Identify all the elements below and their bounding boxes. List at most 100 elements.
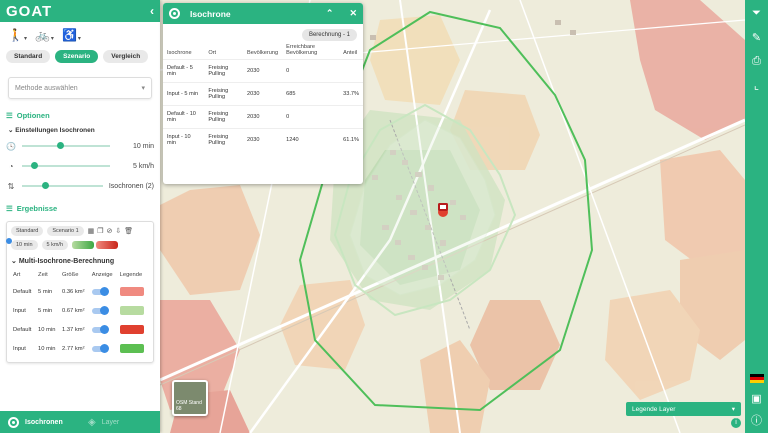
bicycle-icon[interactable]: 🚲 ▾ xyxy=(35,28,54,42)
result-table: Art Zeit Größe Anzeige Legende Default 5… xyxy=(11,268,149,358)
cell-zeit: 10 min xyxy=(38,326,56,333)
wheelchair-icon[interactable]: ♿ ▾ xyxy=(62,28,81,42)
map-style-icon[interactable]: ▣ xyxy=(750,391,764,405)
legend-swatch[interactable] xyxy=(119,287,144,296)
measure-icon[interactable]: ⌞ xyxy=(750,78,764,92)
info-icon[interactable]: ⓘ xyxy=(750,413,764,427)
cell-anzeige xyxy=(90,301,118,320)
cell-erreich: 0 xyxy=(282,59,340,83)
cell-art: Input xyxy=(13,345,26,352)
tab-standard[interactable]: Standard xyxy=(6,50,51,63)
cell-art: Default xyxy=(13,288,32,295)
speed-slider-knob[interactable] xyxy=(30,162,38,169)
sidebar-header: GOAT ‹ xyxy=(0,0,160,22)
cell-art: Default xyxy=(13,326,32,333)
table-row: Default - 10 min Freising Pulling 2030 0 xyxy=(163,105,363,129)
result-table-header: Art Zeit Größe Anzeige Legende xyxy=(11,268,149,282)
sidebar-footer: Isochronen ◈ Layer xyxy=(0,411,160,433)
cell-ort: Freising Pulling xyxy=(204,82,243,106)
minimize-icon[interactable]: ⌃ xyxy=(326,8,334,19)
cell-bev: 2030 xyxy=(243,128,283,151)
cell-anteil: 33.7% xyxy=(339,82,363,106)
legend-swatch[interactable] xyxy=(119,344,144,353)
count-slider-knob[interactable] xyxy=(42,182,50,189)
location-marker-icon xyxy=(438,203,448,217)
legend-red-bar xyxy=(96,241,119,249)
visibility-toggle[interactable] xyxy=(91,324,109,334)
cell-erreich: 0 xyxy=(282,105,340,129)
right-toolbar: ⏷ ✎ ⎙ ⌞ ▣ ⓘ xyxy=(745,0,768,433)
col-legende: Legende xyxy=(119,272,143,278)
cell-groesse: 2.77 km² xyxy=(61,345,85,352)
time-slider-knob[interactable] xyxy=(57,142,65,149)
legend-gradient xyxy=(72,241,119,249)
download-icon[interactable]: ⇩ xyxy=(115,227,121,235)
count-value: Isochronen (2) xyxy=(108,182,154,190)
filter-icon[interactable]: ⏷ xyxy=(750,6,764,20)
table-row: Default - 5 min Freising Pulling 2030 0 xyxy=(163,59,363,83)
footer-tab-layer[interactable]: ◈ Layer xyxy=(80,417,160,428)
visibility-toggle[interactable] xyxy=(91,286,109,296)
walking-icon[interactable]: 🚶 ▾ xyxy=(8,28,27,42)
visibility-toggle[interactable] xyxy=(91,305,109,315)
visibility-toggle[interactable] xyxy=(91,343,109,353)
layers-icon: ◈ xyxy=(88,416,96,428)
cell-legende xyxy=(118,320,149,339)
calculation-badge[interactable]: Berechnung - 1 xyxy=(301,29,357,41)
time-value: 10 min xyxy=(132,142,154,150)
tab-szenario[interactable]: Szenario xyxy=(55,50,99,63)
table-icon[interactable]: ▦ xyxy=(88,227,95,235)
speed-value: 5 km/h xyxy=(132,162,154,170)
collapse-sidebar-icon[interactable]: ‹ xyxy=(150,4,154,18)
legend-swatch[interactable] xyxy=(119,306,144,315)
cell-anteil xyxy=(339,59,363,83)
time-slider[interactable] xyxy=(22,142,110,149)
method-select[interactable]: Methode auswählen ▾ xyxy=(8,77,152,99)
edit-icon[interactable]: ✎ xyxy=(750,30,764,44)
cell-anteil xyxy=(339,105,363,129)
cell-groesse: 0.36 km² xyxy=(61,288,85,295)
count-slider[interactable] xyxy=(22,182,103,189)
cell-erreich: 685 xyxy=(282,82,340,106)
cell-zeit: 5 min xyxy=(38,288,53,295)
settings-subtitle[interactable]: ⌄ Einstellungen Isochronen xyxy=(0,124,160,136)
popup-table-header: Isochrone Ort Bevölkerung Erreichbare Be… xyxy=(163,41,363,60)
list-icon: ☰ xyxy=(6,204,13,213)
legend-swatch[interactable] xyxy=(119,325,144,334)
col-anzeige: Anzeige xyxy=(91,272,113,278)
count-slider-row: ⇅ Isochronen (2) xyxy=(0,176,160,196)
speed-slider[interactable] xyxy=(22,162,110,169)
cell-ort: Freising Pulling xyxy=(204,59,243,83)
cell-legende xyxy=(118,282,149,301)
print-icon[interactable]: ⎙ xyxy=(750,54,764,68)
attribution-info-icon[interactable]: i xyxy=(731,418,741,428)
cell-groesse: 1.37 km² xyxy=(61,326,85,333)
chevron-down-icon: ▾ xyxy=(731,406,735,413)
table-row: Input - 5 min Freising Pulling 2030 685 … xyxy=(163,82,363,106)
popup-header: Isochrone ⌃ ✕ xyxy=(163,3,363,24)
copy-icon[interactable]: ❐ xyxy=(97,227,103,235)
footer-tab-isochronen[interactable]: Isochronen xyxy=(0,416,80,428)
clock-icon: 🕓 xyxy=(6,141,16,151)
method-select-placeholder: Methode auswählen xyxy=(15,84,78,92)
german-flag-icon[interactable] xyxy=(749,374,764,383)
hide-icon[interactable]: ⊘ xyxy=(107,227,113,235)
tab-vergleich[interactable]: Vergleich xyxy=(103,50,149,63)
multi-isochrone-title[interactable]: ⌄ Multi-Isochrone-Berechnung xyxy=(11,254,149,268)
options-section-title[interactable]: ☰ Optionen xyxy=(0,107,160,124)
travel-mode-selector: 🚶 ▾ 🚲 ▾ ♿ ▾ xyxy=(0,22,160,48)
results-section-title[interactable]: ☰ Ergebnisse xyxy=(0,200,160,217)
delete-icon[interactable]: 🗑 xyxy=(124,227,133,235)
cell-ort: Freising Pulling xyxy=(204,128,243,151)
speedometer-icon: ◔ xyxy=(8,161,14,171)
cell-bev: 2030 xyxy=(243,59,283,83)
col-art: Art xyxy=(13,272,21,278)
col-zeit: Zeit xyxy=(38,272,48,278)
close-icon[interactable]: ✕ xyxy=(349,8,357,19)
chip-standard: Standard xyxy=(11,226,44,236)
list-icon: ☰ xyxy=(6,111,13,120)
legend-layer-select[interactable]: Legende Layer ▾ xyxy=(626,402,741,416)
cell-isochrone: Input - 10 min xyxy=(163,128,205,151)
result-chips-bottom: 10 min 5 km/h xyxy=(11,240,149,250)
basemap-thumbnail[interactable]: OSM Stand 68 xyxy=(172,380,208,416)
